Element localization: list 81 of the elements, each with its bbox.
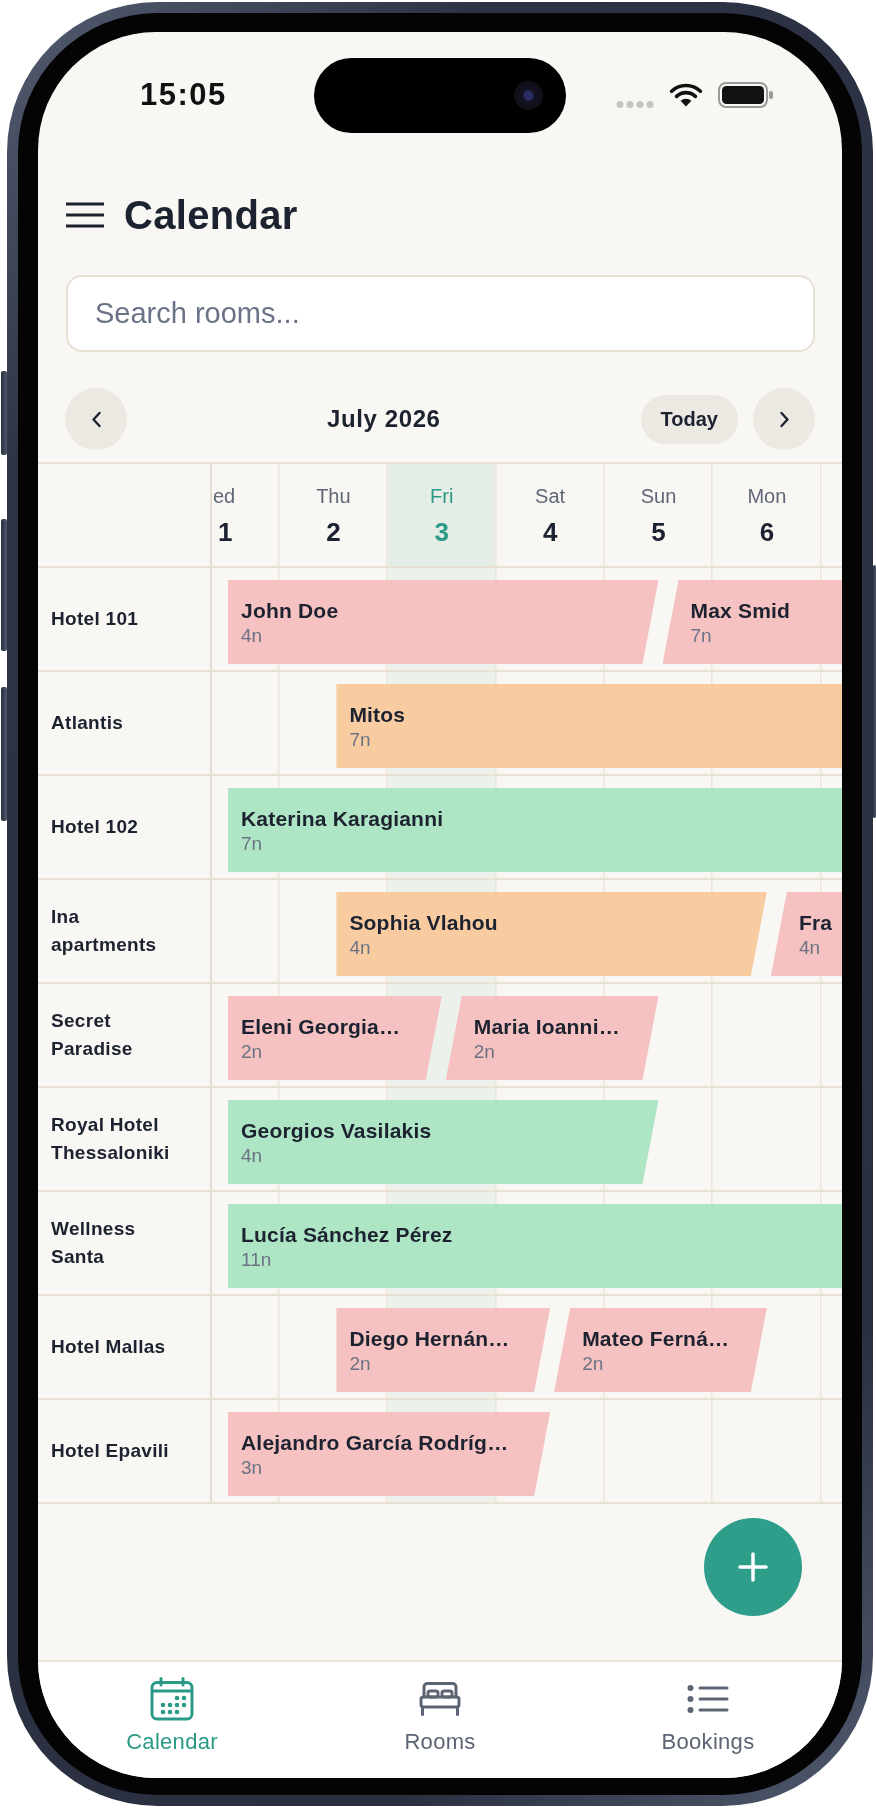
side-button[interactable]: [1, 519, 7, 651]
room-name: Secret Paradise: [51, 1009, 134, 1061]
today-button[interactable]: Today: [640, 394, 738, 444]
room-name: Hotel Epavili: [51, 1439, 170, 1463]
booking-bar[interactable]: Alejandro García Rodríg… 3n: [228, 1412, 551, 1496]
guest-name: Lucía Sánchez Pérez: [241, 1222, 453, 1247]
guest-name: John Doe: [241, 598, 339, 623]
weekday-label: Sat: [535, 484, 566, 508]
battery-icon: [718, 82, 774, 108]
side-button[interactable]: [873, 565, 876, 818]
day-number: 2: [326, 517, 341, 547]
booking-bar[interactable]: Mitos 7n: [336, 684, 842, 768]
bed-icon: [418, 1681, 462, 1717]
nights-count: 4n: [241, 1145, 263, 1167]
nav-tab[interactable]: Rooms: [398, 1662, 482, 1759]
nights-count: 4n: [349, 937, 371, 959]
room-name: Wellness Santa: [51, 1217, 137, 1269]
guest-name: Mateo Ferná…: [582, 1326, 730, 1351]
guest-name: Eleni Georgia…: [241, 1014, 401, 1039]
guest-name: Georgios Vasilakis: [241, 1118, 432, 1143]
room-name: Hotel Mallas: [51, 1335, 167, 1359]
room-name: Royal Hotel Thessaloniki: [51, 1113, 171, 1165]
calendar-icon: [150, 1677, 194, 1721]
nights-count: 11n: [241, 1249, 272, 1271]
nights-count: 2n: [241, 1041, 263, 1063]
status-time: 15:05: [140, 78, 227, 112]
room-name: Atlantis: [51, 711, 125, 735]
nights-count: 7n: [690, 625, 712, 647]
day-number: 3: [434, 517, 449, 547]
day-number: 5: [651, 517, 666, 547]
signal-icon: [616, 100, 654, 108]
guest-name: Diego Hernán…: [349, 1326, 510, 1351]
guest-name: Mitos: [349, 702, 406, 727]
booking-bar[interactable]: Katerina Karagianni 7n: [228, 788, 842, 872]
chevron-left-icon: [90, 410, 102, 428]
day-number: 4: [542, 517, 558, 547]
day-number: 6: [759, 517, 775, 547]
booking-bar[interactable]: Sophia Vlahou 4n: [336, 892, 767, 976]
nights-count: 2n: [473, 1041, 495, 1063]
nights-count: 3n: [241, 1457, 263, 1479]
booking-bar[interactable]: Eleni Georgia… 2n: [228, 996, 442, 1080]
room-name: Hotel 102: [51, 815, 140, 839]
guest-name: Max Smid: [690, 598, 791, 623]
menu-icon[interactable]: [66, 202, 104, 228]
list-icon: [687, 1684, 729, 1714]
day-number: 1: [218, 517, 233, 547]
guest-name: Fra: [798, 910, 833, 935]
nights-count: 2n: [349, 1353, 371, 1375]
wifi-icon: [669, 83, 703, 107]
guest-name: Sophia Vlahou: [349, 910, 498, 935]
side-button[interactable]: [1, 687, 7, 821]
weekday-label: ed: [213, 484, 236, 508]
booking-bar[interactable]: Lucía Sánchez Pérez 11n: [228, 1204, 842, 1288]
guest-name: Maria Ioanni…: [473, 1014, 620, 1039]
side-button[interactable]: [1, 371, 7, 455]
weekday-label: Mon: [747, 484, 787, 508]
page-title: Calendar: [124, 192, 298, 238]
guest-name: Katerina Karagianni: [241, 806, 444, 831]
booking-bar[interactable]: John Doe 4n: [228, 580, 659, 664]
booking-bar[interactable]: Georgios Vasilakis 4n: [228, 1100, 659, 1184]
search-field[interactable]: Search rooms...: [66, 275, 815, 352]
nights-count: 7n: [241, 833, 263, 855]
nights-count: 2n: [582, 1353, 604, 1375]
guest-name: Alejandro García Rodríg…: [241, 1430, 509, 1455]
booking-bar[interactable]: Max Smid 7n: [662, 580, 842, 664]
weekday-label: Fri: [430, 484, 454, 508]
room-name: Hotel 101: [51, 607, 140, 631]
nights-count: 4n: [798, 937, 820, 959]
booking-bar[interactable]: Maria Ioanni… 2n: [445, 996, 659, 1080]
booking-bar[interactable]: Fra 4n: [770, 892, 842, 976]
month-label: July 2026: [327, 404, 441, 434]
nights-count: 4n: [241, 625, 263, 647]
booking-bar[interactable]: Mateo Ferná… 2n: [554, 1308, 767, 1392]
nights-count: 7n: [349, 729, 371, 751]
weekday-label: Thu: [316, 484, 351, 508]
booking-bar[interactable]: Diego Hernán… 2n: [336, 1308, 551, 1392]
chevron-right-icon: [778, 410, 790, 428]
plus-icon: [738, 1552, 768, 1582]
room-name: Ina apartments: [51, 905, 158, 957]
nav-tab[interactable]: Bookings: [655, 1662, 761, 1759]
weekday-label: Sun: [640, 484, 677, 508]
